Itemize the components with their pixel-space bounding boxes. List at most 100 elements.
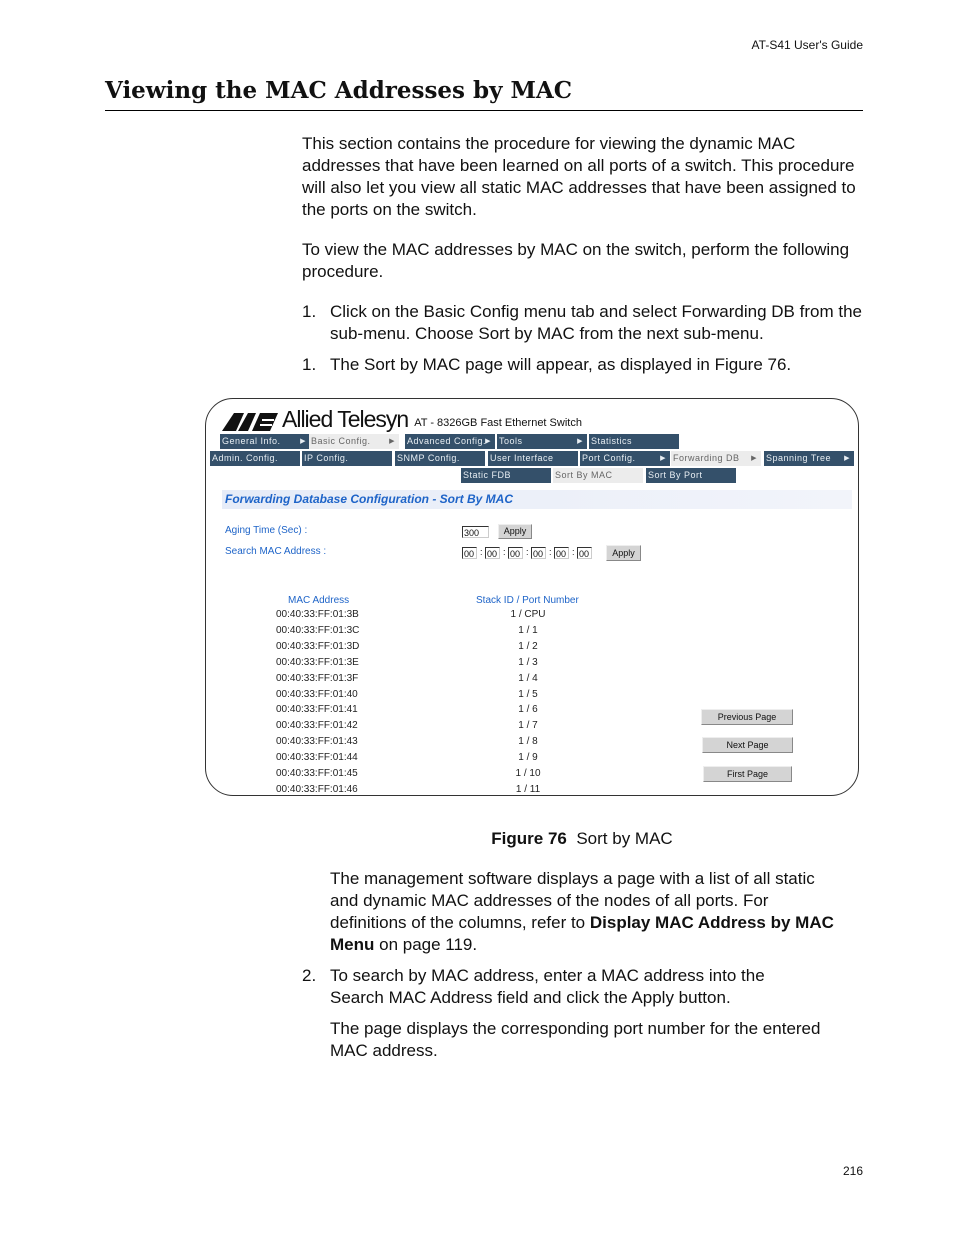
page-heading: Forwarding Database Configuration - Sort… [222,490,852,509]
port-number-cell: 1 / 11 [515,783,541,795]
menu-item-label: Forwarding DB [673,453,740,463]
allied-telesyn-logo-icon [222,413,278,431]
text: on page 119. [374,935,478,954]
section-title: Viewing the MAC Addresses by MAC [105,77,573,104]
previous-page-button[interactable]: Previous Page [701,709,793,725]
step-number: 1. [302,355,317,374]
mac-octet-input[interactable]: 00 [577,547,592,559]
column-header-port: Stack ID / Port Number [476,595,579,606]
mac-address-cell: 00:40:33:FF:01:3B [276,609,359,620]
submenu-arrow-icon: ▶ [660,455,666,462]
menu-item[interactable]: Spanning Tree ▶ [764,451,854,466]
menu-item-label: SNMP Config. [397,453,460,463]
intro-paragraph: To view the MAC addresses by MAC on the … [302,240,850,281]
mac-address-cell: 00:40:33:FF:01:46 [276,783,358,795]
port-number-cell: 1 / CPU [510,609,546,620]
menu-item[interactable]: Sort By MAC [553,468,643,483]
port-number-cell: 1 / 3 [518,656,538,668]
next-page-button[interactable]: Next Page [702,737,793,753]
step-text: Click on the Basic Config menu tab and s… [330,302,862,343]
port-number-cell: 1 / 9 [518,752,538,764]
port-number-cell: 1 / 2 [518,640,538,652]
menu-item-label: Statistics [591,436,633,446]
document-page: AT-S41 User's Guide Viewing the MAC Addr… [0,0,954,1235]
search-apply-button[interactable]: Apply [606,545,641,561]
separator: : [526,547,529,557]
title-rule [105,110,863,111]
menu-item-label: Advanced Config. [407,436,487,446]
menu-item[interactable]: Forwarding DB ▶ [671,451,761,466]
mac-octet-input[interactable]: 00 [462,547,477,559]
menu-item-label: Static FDB [463,470,512,480]
mac-address-cell: 00:40:33:FF:01:45 [276,768,358,779]
running-header: AT-S41 User's Guide [751,38,863,52]
brand-name: Allied Telesyn [282,406,409,432]
mac-octet-input[interactable]: 00 [508,547,523,559]
menu-item-label: Admin. Config. [212,453,279,463]
menu-item[interactable]: Tools ▶ [497,434,587,449]
menu-item-label: IP Config. [304,453,349,463]
separator: : [572,547,575,557]
mac-address-cell: 00:40:33:FF:01:41 [276,704,358,716]
port-number-cell: 1 / 4 [518,672,538,684]
logo: Allied Telesyn AT - 8326GB Fast Ethernet… [222,407,582,431]
menu-item[interactable]: Basic Config. ▶ [309,434,399,449]
separator: : [503,547,506,557]
page-number: 216 [842,1164,863,1178]
menu-item[interactable]: Port Config. ▶ [580,451,670,466]
menu-item-label: Spanning Tree [766,453,832,463]
port-number-cell: 1 / 8 [518,736,538,748]
menu-item[interactable]: Static FDB [461,468,551,483]
port-number-cell: 1 / 1 [518,624,538,636]
aging-time-input[interactable]: 300 [462,526,489,538]
column-header-mac: MAC Address [288,595,350,606]
mac-octet-input[interactable]: 00 [485,547,500,559]
mac-octet-input[interactable]: 00 [554,547,569,559]
mac-address-cell: 00:40:33:FF:01:44 [276,752,358,764]
figure-screenshot: Allied Telesyn AT - 8326GB Fast Ethernet… [205,398,859,796]
submenu-arrow-icon: ▶ [300,438,306,445]
menu-item[interactable]: Sort By Port [646,468,736,483]
port-number-cell: 1 / 10 [515,768,541,779]
step-number: 1. [302,302,317,321]
mac-address-cell: 00:40:33:FF:01:3E [276,656,359,668]
mac-address-cell: 00:40:33:FF:01:42 [276,720,358,732]
menu-item[interactable]: User Interface [488,451,578,466]
mac-address-cell: 00:40:33:FF:01:40 [276,688,358,700]
port-number-cell: 1 / 6 [518,704,538,716]
intro-paragraph: This section contains the procedure for … [302,134,856,219]
menu-item-label: Sort By MAC [555,470,613,480]
first-page-button[interactable]: First Page [703,766,792,782]
menu-item-label: Basic Config. [311,436,371,446]
separator: : [549,547,552,557]
mac-octet-input[interactable]: 00 [531,547,546,559]
menu-item-label: User Interface [490,453,554,463]
search-mac-label: Search MAC Address : [225,546,327,557]
description-paragraph: The management software displays a page … [330,868,840,956]
figure-caption: Figure 76 Sort by MAC [0,828,954,850]
menu-item[interactable]: Statistics [589,434,679,449]
submenu-arrow-icon: ▶ [389,438,395,445]
mac-address-cell: 00:40:33:FF:01:3D [276,640,360,652]
submenu-arrow-icon: ▶ [844,455,850,462]
caption-text: Sort by MAC [576,829,673,848]
menu-item[interactable]: Advanced Config. ▶ [405,434,495,449]
menu-item-label: Sort By Port [648,470,703,480]
submenu-arrow-icon: ▶ [577,438,583,445]
step-text: The Sort by MAC page will appear, as dis… [330,355,792,374]
menu-item-label: Port Config. [582,453,636,463]
mac-address-cell: 00:40:33:FF:01:43 [276,736,358,748]
menu-item[interactable]: Admin. Config. [210,451,300,466]
aging-time-label: Aging Time (Sec) : [225,525,308,536]
caption-label: Figure 76 [491,829,567,848]
menu-item[interactable]: SNMP Config. [395,451,485,466]
aging-apply-button[interactable]: Apply [498,524,532,539]
menu-item-label: Tools [499,436,523,446]
port-number-cell: 1 / 5 [518,688,538,700]
menu-item[interactable]: General Info. ▶ [220,434,310,449]
separator: : [480,547,483,557]
submenu-arrow-icon: ▶ [751,455,757,462]
submenu-arrow-icon: ▶ [485,438,491,445]
port-number-cell: 1 / 7 [518,720,538,732]
menu-item[interactable]: IP Config. [302,451,392,466]
